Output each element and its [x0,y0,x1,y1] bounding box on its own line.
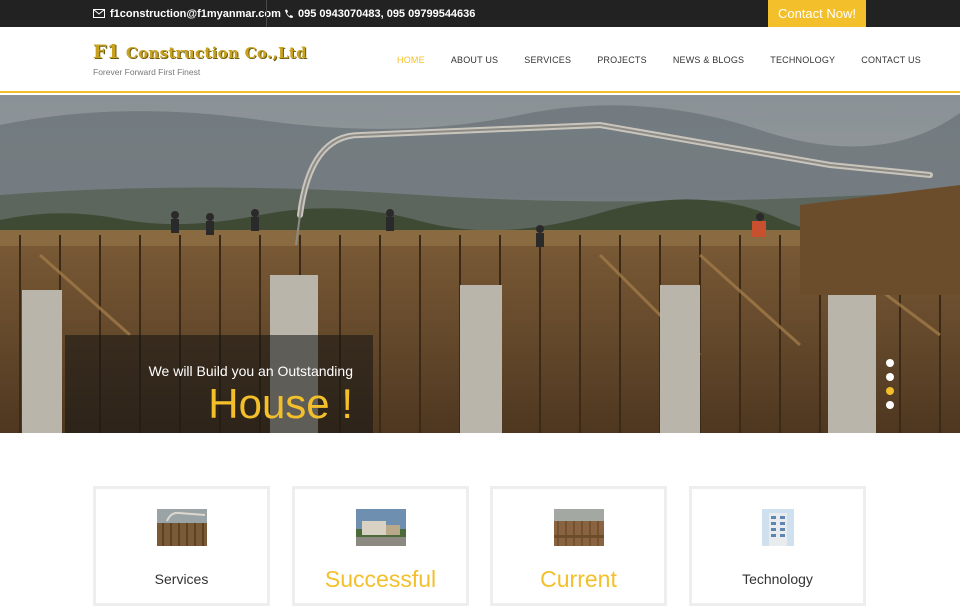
card-successful[interactable]: Successful [292,486,469,606]
nav-item-projects[interactable]: PROJECTS [584,55,660,65]
logo-brand-prefix: F1 [93,41,121,63]
nav-item-home[interactable]: HOME [384,55,438,65]
hero-caption: We will Build you an Outstanding House ! [65,335,373,433]
card-title: Successful [324,566,437,592]
nav-item-contact-us[interactable]: CONTACT US [848,55,934,65]
card-title: Services [154,571,209,587]
logo-brand-name: Construction Co.,Ltd [125,44,307,62]
feature-cards: Services Successful Current Technology [93,486,866,606]
hero-subtitle: We will Build you an Outstanding [148,363,353,379]
logo-brand: F1 Construction Co.,Ltd [93,41,307,63]
logo-tagline: Forever Forward First Finest [93,67,201,77]
slider-pagination [886,359,894,409]
phone-contact[interactable]: 095 0943070483, 095 09799544636 [284,0,475,27]
technology-thumbnail [761,509,794,546]
nav-item-services[interactable]: SERVICES [511,55,584,65]
envelope-icon [93,9,105,18]
contact-now-button[interactable]: Contact Now! [768,0,866,27]
nav-item-news-blogs[interactable]: NEWS & BLOGS [660,55,757,65]
email-contact[interactable]: f1construction@f1myanmar.com [93,0,281,27]
card-current[interactable]: Current [490,486,667,606]
successful-thumbnail [355,509,406,546]
main-nav: HOME ABOUT US SERVICES PROJECTS NEWS & B… [384,27,934,93]
email-text: f1construction@f1myanmar.com [110,7,281,20]
phone-icon [285,9,293,18]
slider-dot[interactable] [886,359,894,367]
topbar-divider [266,0,267,27]
top-bar: f1construction@f1myanmar.com 095 0943070… [0,0,960,27]
nav-item-about-us[interactable]: ABOUT US [438,55,511,65]
slider-dot[interactable] [886,401,894,409]
services-thumbnail [156,509,207,546]
card-services[interactable]: Services [93,486,270,606]
hero-headline: House ! [208,380,353,427]
slider-dot[interactable] [886,373,894,381]
site-header: F1 Construction Co.,Ltd Forever Forward … [0,27,960,93]
current-thumbnail [553,509,604,546]
nav-item-technology[interactable]: TECHNOLOGY [757,55,848,65]
card-title: Technology [742,571,813,587]
site-logo[interactable]: F1 Construction Co.,Ltd Forever Forward … [93,41,307,77]
slider-dot-active[interactable] [886,387,894,395]
card-technology[interactable]: Technology [689,486,866,606]
phone-text: 095 0943070483, 095 09799544636 [298,7,476,20]
hero-slider: We will Build you an Outstanding House ! [0,95,960,433]
card-title: Current [540,566,617,592]
